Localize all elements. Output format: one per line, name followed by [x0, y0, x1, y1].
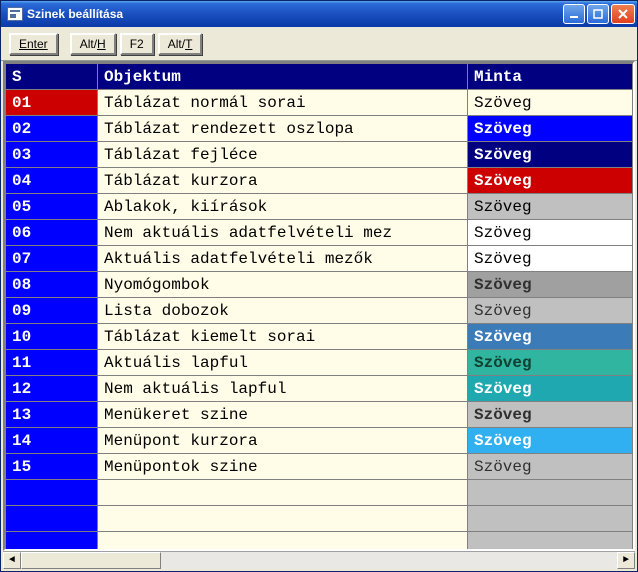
table-row-empty	[6, 532, 633, 552]
table-row[interactable]: 10Táblázat kiemelt soraiSzöveg	[6, 324, 633, 350]
objektum-cell[interactable]: Menüpontok szine	[98, 454, 468, 480]
minta-cell[interactable]: Szöveg	[468, 324, 633, 350]
s-cell[interactable]: 10	[6, 324, 98, 350]
toolbar: Enter Alt/H F2 Alt/T	[1, 27, 637, 61]
minta-cell[interactable]: Szöveg	[468, 350, 633, 376]
col-header-objektum[interactable]: Objektum	[98, 64, 468, 90]
minta-cell[interactable]: Szöveg	[468, 272, 633, 298]
close-button[interactable]	[611, 4, 635, 24]
minta-cell-empty	[468, 480, 633, 506]
table-row[interactable]: 14Menüpont kurzoraSzöveg	[6, 428, 633, 454]
objektum-cell[interactable]: Ablakok, kiírások	[98, 194, 468, 220]
table-row[interactable]: 03Táblázat fejléceSzöveg	[6, 142, 633, 168]
client-area: S Objektum Minta 01Táblázat normál sorai…	[1, 61, 637, 571]
maximize-button[interactable]	[587, 4, 609, 24]
s-cell[interactable]: 07	[6, 246, 98, 272]
alt-t-button[interactable]: Alt/T	[158, 33, 203, 55]
minta-cell[interactable]: Szöveg	[468, 402, 633, 428]
f2-button[interactable]: F2	[120, 33, 154, 55]
s-cell[interactable]: 12	[6, 376, 98, 402]
objektum-cell[interactable]: Aktuális adatfelvételi mezők	[98, 246, 468, 272]
objektum-cell[interactable]: Táblázat rendezett oszlopa	[98, 116, 468, 142]
s-cell[interactable]: 14	[6, 428, 98, 454]
minta-cell-empty	[468, 506, 633, 532]
table-row-empty	[6, 480, 633, 506]
objektum-cell[interactable]: Táblázat normál sorai	[98, 90, 468, 116]
window: Szinek beállítása Enter Alt/H F2 Alt/T	[0, 0, 638, 572]
table-row[interactable]: 07Aktuális adatfelvételi mezőkSzöveg	[6, 246, 633, 272]
objektum-cell[interactable]: Menüpont kurzora	[98, 428, 468, 454]
table-header-row: S Objektum Minta	[6, 64, 633, 90]
s-cell[interactable]: 13	[6, 402, 98, 428]
grid-wrap: S Objektum Minta 01Táblázat normál sorai…	[3, 61, 635, 551]
scroll-track[interactable]	[21, 552, 617, 569]
scroll-left-button[interactable]: ◄	[3, 552, 21, 569]
minta-cell[interactable]: Szöveg	[468, 220, 633, 246]
scroll-right-button[interactable]: ►	[617, 552, 635, 569]
table-row[interactable]: 15Menüpontok szineSzöveg	[6, 454, 633, 480]
objektum-cell[interactable]: Aktuális lapful	[98, 350, 468, 376]
objektum-cell[interactable]: Táblázat fejléce	[98, 142, 468, 168]
s-cell[interactable]: 04	[6, 168, 98, 194]
minta-cell-empty	[468, 532, 633, 552]
horizontal-scrollbar[interactable]: ◄ ►	[3, 551, 635, 569]
minta-cell[interactable]: Szöveg	[468, 168, 633, 194]
window-controls	[563, 4, 635, 24]
minta-cell[interactable]: Szöveg	[468, 428, 633, 454]
s-cell-empty	[6, 532, 98, 552]
alt-h-button[interactable]: Alt/H	[70, 33, 116, 55]
table-row[interactable]: 12Nem aktuális lapfulSzöveg	[6, 376, 633, 402]
table-row[interactable]: 08NyomógombokSzöveg	[6, 272, 633, 298]
toolbar-group: Alt/H F2 Alt/T	[70, 33, 203, 55]
s-cell-empty	[6, 506, 98, 532]
scroll-thumb[interactable]	[21, 552, 161, 569]
table-row-empty	[6, 506, 633, 532]
s-cell[interactable]: 02	[6, 116, 98, 142]
minta-cell[interactable]: Szöveg	[468, 376, 633, 402]
objektum-cell[interactable]: Lista dobozok	[98, 298, 468, 324]
minta-cell[interactable]: Szöveg	[468, 90, 633, 116]
s-cell[interactable]: 08	[6, 272, 98, 298]
enter-button[interactable]: Enter	[9, 33, 58, 55]
table-row[interactable]: 06Nem aktuális adatfelvételi mezSzöveg	[6, 220, 633, 246]
s-cell-empty	[6, 480, 98, 506]
objektum-cell[interactable]: Táblázat kurzora	[98, 168, 468, 194]
table-row[interactable]: 13Menükeret szineSzöveg	[6, 402, 633, 428]
objektum-cell[interactable]: Menükeret szine	[98, 402, 468, 428]
objektum-cell[interactable]: Nyomógombok	[98, 272, 468, 298]
table-row[interactable]: 04Táblázat kurzoraSzöveg	[6, 168, 633, 194]
objektum-cell[interactable]: Nem aktuális lapful	[98, 376, 468, 402]
window-title: Szinek beállítása	[27, 7, 563, 21]
table-row[interactable]: 02Táblázat rendezett oszlopaSzöveg	[6, 116, 633, 142]
minta-cell[interactable]: Szöveg	[468, 142, 633, 168]
minimize-button[interactable]	[563, 4, 585, 24]
minta-cell[interactable]: Szöveg	[468, 194, 633, 220]
titlebar[interactable]: Szinek beállítása	[1, 1, 637, 27]
col-header-s[interactable]: S	[6, 64, 98, 90]
minta-cell[interactable]: Szöveg	[468, 298, 633, 324]
table-row[interactable]: 11Aktuális lapfulSzöveg	[6, 350, 633, 376]
color-table[interactable]: S Objektum Minta 01Táblázat normál sorai…	[5, 63, 633, 551]
table-row[interactable]: 09Lista dobozokSzöveg	[6, 298, 633, 324]
s-cell[interactable]: 09	[6, 298, 98, 324]
objektum-cell-empty	[98, 480, 468, 506]
minta-cell[interactable]: Szöveg	[468, 246, 633, 272]
minta-cell[interactable]: Szöveg	[468, 116, 633, 142]
objektum-cell-empty	[98, 506, 468, 532]
app-icon	[7, 7, 23, 21]
s-cell[interactable]: 15	[6, 454, 98, 480]
minta-cell[interactable]: Szöveg	[468, 454, 633, 480]
objektum-cell[interactable]: Táblázat kiemelt sorai	[98, 324, 468, 350]
objektum-cell[interactable]: Nem aktuális adatfelvételi mez	[98, 220, 468, 246]
s-cell[interactable]: 06	[6, 220, 98, 246]
objektum-cell-empty	[98, 532, 468, 552]
table-row[interactable]: 05Ablakok, kiírásokSzöveg	[6, 194, 633, 220]
s-cell[interactable]: 01	[6, 90, 98, 116]
col-header-minta[interactable]: Minta	[468, 64, 633, 90]
s-cell[interactable]: 05	[6, 194, 98, 220]
s-cell[interactable]: 03	[6, 142, 98, 168]
s-cell[interactable]: 11	[6, 350, 98, 376]
table-row[interactable]: 01Táblázat normál soraiSzöveg	[6, 90, 633, 116]
